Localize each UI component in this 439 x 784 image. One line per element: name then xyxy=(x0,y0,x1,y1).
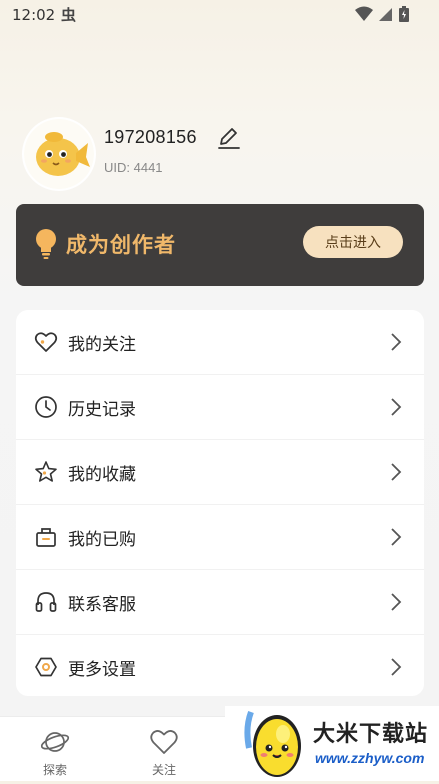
watermark-title: 大米下载站 xyxy=(313,722,429,747)
carrier-icon: 虫 xyxy=(60,5,78,27)
svg-text:虫: 虫 xyxy=(61,6,76,23)
heart-icon xyxy=(149,727,179,757)
watermark: 大米下载站 www.zzhyw.com xyxy=(225,706,439,780)
battery-icon xyxy=(399,6,409,22)
clock-icon xyxy=(34,395,58,419)
chevron-right-icon xyxy=(390,527,402,547)
planet-icon xyxy=(40,727,70,757)
nav-item-following[interactable]: 关注 xyxy=(129,723,199,779)
menu-item-label: 历史记录 xyxy=(68,400,136,420)
lightbulb-icon xyxy=(34,228,58,264)
settings-icon xyxy=(34,655,58,679)
menu-item-label: 更多设置 xyxy=(68,660,136,680)
chevron-right-icon xyxy=(390,592,402,612)
menu-item-customer-service[interactable]: 联系客服 xyxy=(16,570,424,634)
menu-item-settings[interactable]: 更多设置 xyxy=(16,635,424,696)
headset-icon xyxy=(34,590,58,614)
profile-header: 197208156 UID: 4441 xyxy=(20,115,420,190)
chevron-right-icon xyxy=(390,397,402,417)
menu-item-label: 联系客服 xyxy=(68,595,136,615)
nav-item-label: 关注 xyxy=(151,763,176,777)
shopping-bag-icon xyxy=(34,525,58,549)
status-icons xyxy=(355,6,409,22)
menu-item-favorites[interactable]: 我的收藏 xyxy=(16,440,424,504)
chevron-right-icon xyxy=(390,657,402,677)
creator-banner-title: 成为创作者 xyxy=(66,233,176,257)
avatar[interactable] xyxy=(24,119,94,189)
menu-list: 我的关注 历史记录 我的收藏 我的已购 联系客服 更多设置 xyxy=(16,310,424,696)
watermark-url: www.zzhyw.com xyxy=(315,750,425,766)
edit-icon[interactable] xyxy=(216,125,242,151)
menu-item-label: 我的已购 xyxy=(68,530,136,550)
heart-icon xyxy=(34,330,58,354)
menu-item-purchased[interactable]: 我的已购 xyxy=(16,505,424,569)
user-id: UID: 4441 xyxy=(104,160,163,175)
status-bar: 12:02 虫 xyxy=(0,0,439,30)
star-icon xyxy=(34,460,58,484)
wifi-icon xyxy=(355,6,373,21)
menu-item-following[interactable]: 我的关注 xyxy=(16,310,424,374)
egg-mascot-logo xyxy=(243,708,307,784)
chevron-right-icon xyxy=(390,462,402,482)
become-creator-banner[interactable]: 成为创作者 点击进入 xyxy=(16,204,424,286)
signal-icon xyxy=(379,8,392,21)
chevron-right-icon xyxy=(390,332,402,352)
menu-item-label: 我的收藏 xyxy=(68,465,136,485)
username: 197208156 xyxy=(104,127,197,147)
status-time: 12:02 xyxy=(12,6,56,24)
enter-button[interactable]: 点击进入 xyxy=(303,226,403,258)
menu-item-history[interactable]: 历史记录 xyxy=(16,375,424,439)
nav-item-label: 探索 xyxy=(42,763,67,777)
menu-item-label: 我的关注 xyxy=(68,335,136,355)
nav-item-explore[interactable]: 探索 xyxy=(20,723,90,779)
